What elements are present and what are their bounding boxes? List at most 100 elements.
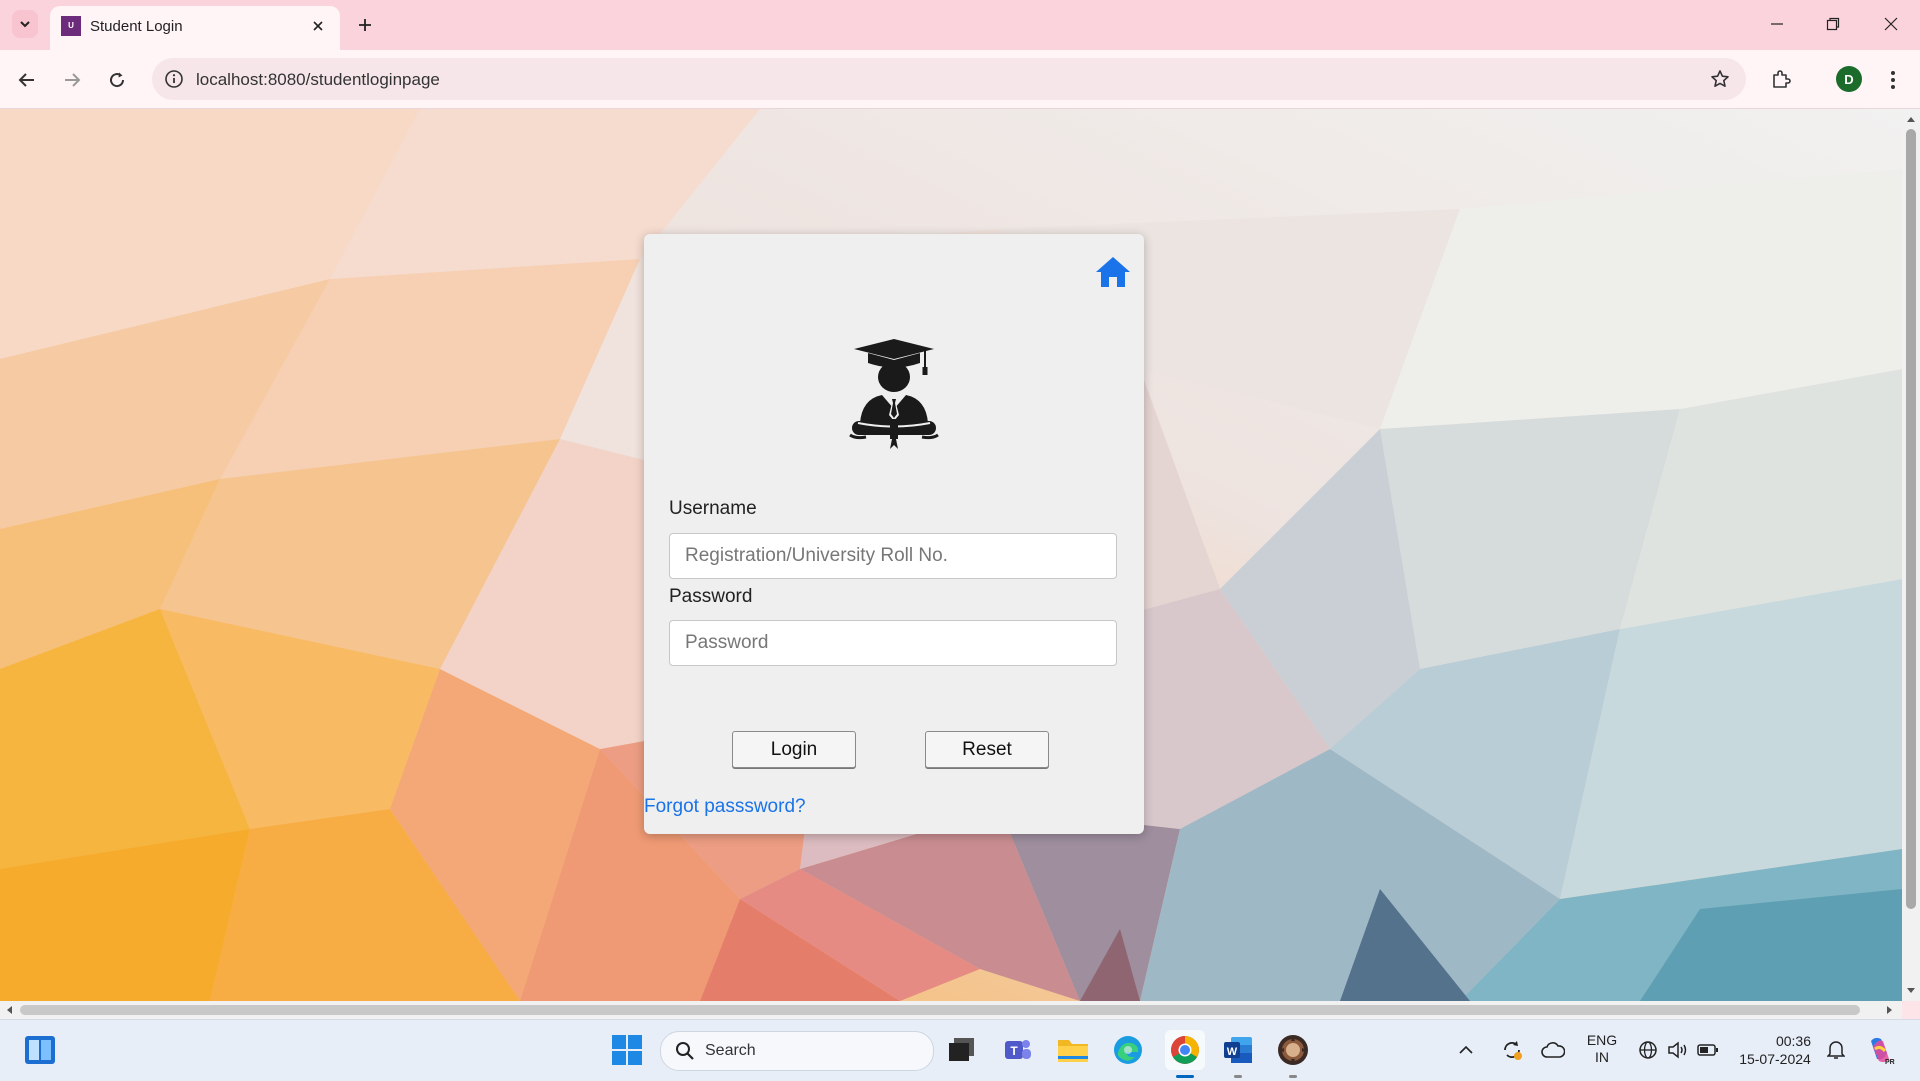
windows-logo-icon [612,1035,642,1065]
scroll-right-icon [1887,1006,1892,1014]
home-button[interactable] [1094,254,1132,290]
minimize-icon [1771,23,1783,25]
active-tab[interactable]: U Student Login [50,6,340,50]
app-running-indicator [1289,1075,1297,1078]
vertical-scroll-thumb[interactable] [1906,129,1916,909]
teams-icon: T [1005,1040,1031,1059]
arrow-left-icon [18,73,34,87]
copilot-icon: PRE [1871,1037,1895,1065]
reset-button[interactable]: Reset [925,731,1049,768]
start-button[interactable] [609,1032,645,1068]
chrome-app[interactable] [1165,1030,1205,1070]
forward-button[interactable] [56,64,88,96]
graduate-student-icon [849,339,939,449]
arrow-right-icon [65,73,81,87]
tab-title: Student Login [90,18,183,35]
search-icon [676,1042,694,1060]
more-vertical-icon [1891,71,1895,89]
close-icon [1884,17,1898,31]
chrome-icon [1171,1036,1199,1064]
reload-button[interactable] [101,64,133,96]
edge-app[interactable] [1110,1032,1146,1068]
close-window-button[interactable] [1868,6,1914,42]
copilot-button[interactable]: PRE [1862,1032,1898,1068]
svg-text:W: W [1227,1046,1238,1058]
word-app[interactable]: W [1220,1032,1256,1068]
restore-button[interactable] [1810,6,1856,42]
task-view-icon [949,1038,974,1061]
home-icon [1096,257,1130,287]
password-input[interactable] [669,620,1117,666]
network-tray-button[interactable] [1634,1032,1662,1068]
url-text[interactable]: localhost:8080/studentloginpage [196,70,440,90]
address-bar[interactable]: localhost:8080/studentloginpage [152,58,1746,100]
profile-avatar[interactable]: D [1836,66,1862,92]
scroll-down-icon [1907,988,1915,993]
battery-icon [1697,1044,1718,1056]
back-button[interactable] [11,64,43,96]
volume-tray-button[interactable] [1664,1032,1692,1068]
username-input[interactable] [669,533,1117,579]
word-icon: W [1224,1037,1252,1063]
region-code: IN [1595,1049,1609,1065]
restore-icon [1826,17,1840,31]
svg-text:PRE: PRE [1885,1059,1895,1065]
onedrive-tray-button[interactable] [1538,1032,1568,1068]
chrome-active-indicator [1176,1075,1194,1078]
speaker-icon [1668,1041,1687,1059]
clock[interactable]: 00:36 15-07-2024 [1735,1032,1815,1068]
task-view-button[interactable] [944,1032,980,1068]
info-icon [165,70,183,88]
teams-app[interactable]: T [1000,1032,1036,1068]
sync-tray-button[interactable] [1497,1032,1527,1068]
username-label: Username [669,498,757,519]
scroll-left-icon [7,1006,12,1014]
minimize-button[interactable] [1754,6,1800,42]
pinned-app[interactable] [1275,1032,1311,1068]
taskbar-search-placeholder: Search [705,1042,756,1059]
clock-date: 15-07-2024 [1739,1051,1811,1067]
scroll-up-icon [1907,117,1915,122]
horizontal-scrollbar[interactable] [0,1001,1902,1019]
folder-icon [1058,1040,1088,1062]
extensions-button[interactable] [1765,64,1797,96]
page-viewport: Username Password Login Reset Forgot pas… [0,109,1902,1001]
chevron-up-icon [1459,1045,1473,1054]
tab-search-button[interactable] [12,10,38,38]
reload-icon [110,72,125,88]
svg-text:T: T [1010,1044,1018,1058]
battery-tray-button[interactable] [1694,1032,1722,1068]
site-favicon: U [61,16,81,36]
taskbar-search[interactable]: Search [660,1031,934,1071]
notifications-button[interactable] [1822,1032,1850,1068]
widgets-button[interactable] [22,1032,58,1068]
browser-toolbar: localhost:8080/studentloginpage D [0,50,1920,109]
password-label: Password [669,586,753,607]
site-info-button[interactable] [162,67,186,91]
show-hidden-icons-button[interactable] [1454,1032,1478,1068]
widgets-icon [25,1036,55,1064]
sync-icon [1504,1041,1522,1060]
taskbar: Search T W ENG IN 00:36 15-07-2024 PR [0,1019,1920,1081]
file-explorer-app[interactable] [1055,1032,1091,1068]
word-running-indicator [1234,1075,1242,1078]
tab-close-button[interactable] [306,14,330,38]
language-code: ENG [1586,1032,1618,1048]
language-indicator[interactable]: ENG IN [1582,1032,1622,1066]
emblem-app-icon [1278,1035,1308,1065]
forgot-password-link[interactable]: Forgot passsword? [644,796,806,818]
close-icon [313,21,323,31]
login-card: Username Password Login Reset Forgot pas… [644,234,1144,834]
tab-strip: U Student Login [0,0,1920,50]
vertical-scrollbar[interactable] [1902,109,1920,1001]
chevron-down-icon [20,21,30,28]
edge-icon [1114,1036,1142,1064]
browser-menu-button[interactable] [1877,64,1909,96]
login-button[interactable]: Login [732,731,856,768]
new-tab-button[interactable] [352,12,378,38]
plus-icon [359,19,371,31]
clock-time: 00:36 [1775,1033,1811,1049]
bell-icon [1827,1041,1845,1059]
horizontal-scroll-thumb[interactable] [20,1005,1860,1015]
bookmark-button[interactable] [1708,67,1732,91]
